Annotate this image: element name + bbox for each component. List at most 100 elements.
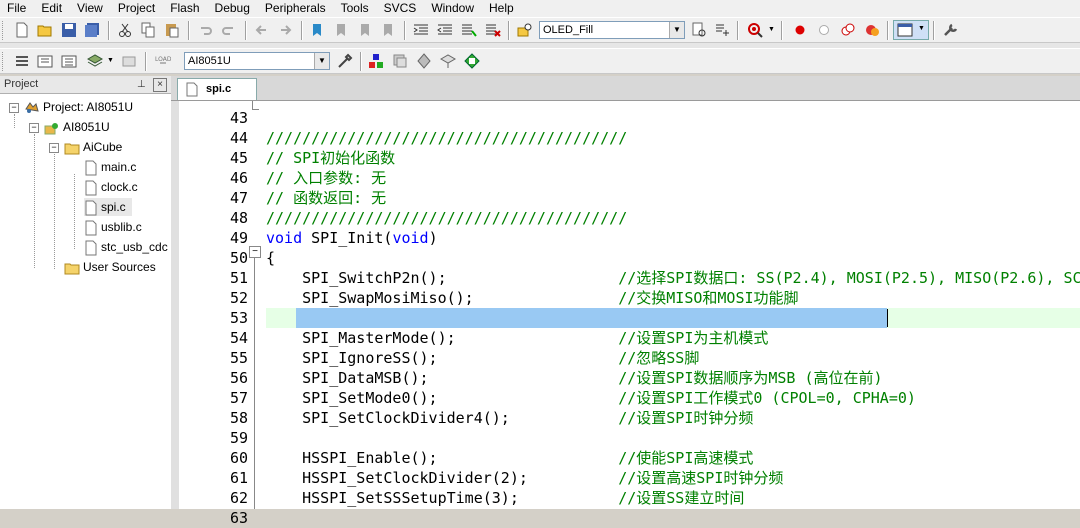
clear-bookmarks-icon[interactable] bbox=[380, 22, 396, 38]
collapse-icon[interactable]: − bbox=[9, 103, 19, 113]
line-number: 53 bbox=[229, 309, 248, 327]
prev-bookmark-icon[interactable] bbox=[333, 22, 349, 38]
uncomment-icon[interactable] bbox=[485, 22, 501, 38]
debug-session-icon[interactable] bbox=[747, 22, 763, 38]
chevron-down-icon: ▼ bbox=[918, 25, 925, 32]
tree-item-file[interactable]: main.c bbox=[84, 158, 136, 176]
menu-svcs[interactable]: SVCS bbox=[377, 0, 425, 17]
redo-icon[interactable] bbox=[221, 22, 237, 38]
code-text: HSSPI_SetSSSetupTime(3); bbox=[266, 489, 519, 507]
menu-file[interactable]: File bbox=[0, 0, 34, 17]
chevron-down-icon[interactable]: ▼ bbox=[669, 22, 684, 38]
cut-icon[interactable] bbox=[117, 22, 133, 38]
code-line: HSSPI_SetSSSetupTime(3); //设置SS建立时间 bbox=[266, 488, 744, 508]
menu-edit[interactable]: Edit bbox=[34, 0, 70, 17]
save-all-icon[interactable] bbox=[84, 22, 100, 38]
new-file-icon[interactable] bbox=[14, 22, 30, 38]
menu-tools[interactable]: Tools bbox=[334, 0, 377, 17]
code-comment: //设置SPI时钟分频 bbox=[618, 409, 754, 427]
paste-icon[interactable] bbox=[164, 22, 180, 38]
tree-item-label: AiCube bbox=[83, 140, 123, 154]
tree-item-target[interactable]: AI8051U bbox=[44, 118, 110, 136]
line-number: 49 bbox=[229, 229, 248, 247]
disable-breakpoint-icon[interactable] bbox=[816, 22, 832, 38]
menu-view[interactable]: View bbox=[70, 0, 111, 17]
chevron-down-icon[interactable]: ▼ bbox=[314, 53, 329, 69]
tree-item-file[interactable]: usblib.c bbox=[84, 218, 142, 236]
find-combo[interactable]: OLED_Fill ▼ bbox=[539, 21, 685, 39]
menu-project[interactable]: Project bbox=[111, 0, 163, 17]
target-select[interactable]: AI8051U ▼ bbox=[184, 52, 330, 70]
wrench-icon[interactable] bbox=[942, 22, 958, 38]
undo-icon[interactable] bbox=[197, 22, 213, 38]
find-icon[interactable] bbox=[691, 22, 707, 38]
manage-rte-icon[interactable] bbox=[416, 53, 432, 69]
tree-item-file[interactable]: clock.c bbox=[84, 178, 138, 196]
code-comment: //设置SS建立时间 bbox=[618, 489, 745, 507]
code-comment: //设置SPI数据顺序为MSB (高位在前) bbox=[618, 369, 883, 387]
bookmark-icon[interactable] bbox=[310, 22, 326, 38]
target-options-icon[interactable] bbox=[337, 53, 353, 69]
chevron-down-icon[interactable]: ▼ bbox=[107, 57, 114, 64]
code-line: SPI_DataMSB(); //设置SPI数据顺序为MSB (高位在前) bbox=[266, 368, 883, 388]
nav-forward-icon[interactable] bbox=[277, 22, 293, 38]
code-line: SPI_SwapMosiMiso(); //交换MISO和MOSI功能脚 bbox=[266, 288, 799, 308]
menu-flash[interactable]: Flash bbox=[163, 0, 207, 17]
save-icon[interactable] bbox=[61, 22, 77, 38]
code-editor[interactable]: ////////////////////////////////////////… bbox=[266, 101, 1080, 509]
indent-icon[interactable] bbox=[413, 22, 429, 38]
build-icon[interactable] bbox=[37, 53, 53, 69]
window-layout-button[interactable]: ▼ bbox=[893, 20, 929, 40]
tree-item-group-aicube[interactable]: AiCube bbox=[64, 138, 122, 156]
pack-installer-icon[interactable] bbox=[440, 53, 456, 69]
menu-window[interactable]: Window bbox=[424, 0, 482, 17]
incremental-find-icon[interactable] bbox=[714, 22, 730, 38]
code-comment: //交换MISO和MOSI功能脚 bbox=[618, 289, 799, 307]
download-icon[interactable]: LOAD bbox=[155, 53, 171, 69]
code-comment: //选择SPI数据口: SS(P2.4), MOSI(P2.5), MISO(P… bbox=[618, 269, 1080, 287]
comment-icon[interactable] bbox=[461, 22, 477, 38]
menu-peripherals[interactable]: Peripherals bbox=[258, 0, 334, 17]
rebuild-icon[interactable] bbox=[61, 53, 77, 69]
code-line: HSSPI_SetClockDivider(2); //设置高速SPI时钟分频 bbox=[266, 468, 783, 488]
file-icon bbox=[85, 220, 97, 236]
folder-open-icon bbox=[64, 143, 80, 155]
line-number: 58 bbox=[229, 409, 248, 427]
tab-spi-c[interactable]: spi.c bbox=[177, 78, 257, 100]
tree-item-group-user-sources[interactable]: User Sources bbox=[64, 258, 156, 276]
toolbar-grip[interactable] bbox=[2, 52, 6, 71]
software-pack-icon[interactable] bbox=[464, 53, 480, 69]
tree-item-file[interactable]: stc_usb_cdc bbox=[84, 238, 170, 256]
select-packs-icon[interactable] bbox=[392, 53, 408, 69]
tree-item-project[interactable]: Project: AI8051U bbox=[24, 98, 133, 116]
code-line: SPI_SetClockDivider4(); //设置SPI时钟分频 bbox=[266, 408, 753, 428]
toolbar-grip[interactable] bbox=[2, 21, 6, 40]
nav-back-icon[interactable] bbox=[254, 22, 270, 38]
next-bookmark-icon[interactable] bbox=[357, 22, 373, 38]
unindent-icon[interactable] bbox=[437, 22, 453, 38]
menu-debug[interactable]: Debug bbox=[208, 0, 258, 17]
chevron-down-icon[interactable]: ▼ bbox=[768, 26, 775, 33]
line-number: 60 bbox=[229, 449, 248, 467]
copy-icon[interactable] bbox=[140, 22, 156, 38]
stop-build-icon[interactable] bbox=[121, 53, 137, 69]
kill-breakpoints-icon[interactable] bbox=[864, 22, 880, 38]
batch-build-icon[interactable] bbox=[87, 53, 103, 69]
tree-item-label: spi.c bbox=[101, 200, 126, 214]
breakpoint-icon[interactable] bbox=[792, 22, 808, 38]
pin-icon[interactable]: ⊥ bbox=[137, 76, 146, 93]
fold-collapse-icon[interactable]: − bbox=[249, 246, 261, 258]
manage-project-items-icon[interactable] bbox=[368, 53, 384, 69]
tree-item-file-selected[interactable]: spi.c bbox=[84, 198, 132, 216]
open-folder-icon[interactable] bbox=[37, 22, 53, 38]
find-in-files-icon[interactable] bbox=[517, 22, 533, 38]
menu-help[interactable]: Help bbox=[482, 0, 522, 17]
close-icon[interactable]: × bbox=[153, 78, 167, 92]
translate-icon[interactable] bbox=[14, 53, 30, 69]
folder-icon bbox=[64, 263, 80, 275]
collapse-icon[interactable]: − bbox=[49, 143, 59, 153]
disable-all-breakpoints-icon[interactable] bbox=[840, 22, 856, 38]
collapse-icon[interactable]: − bbox=[29, 123, 39, 133]
